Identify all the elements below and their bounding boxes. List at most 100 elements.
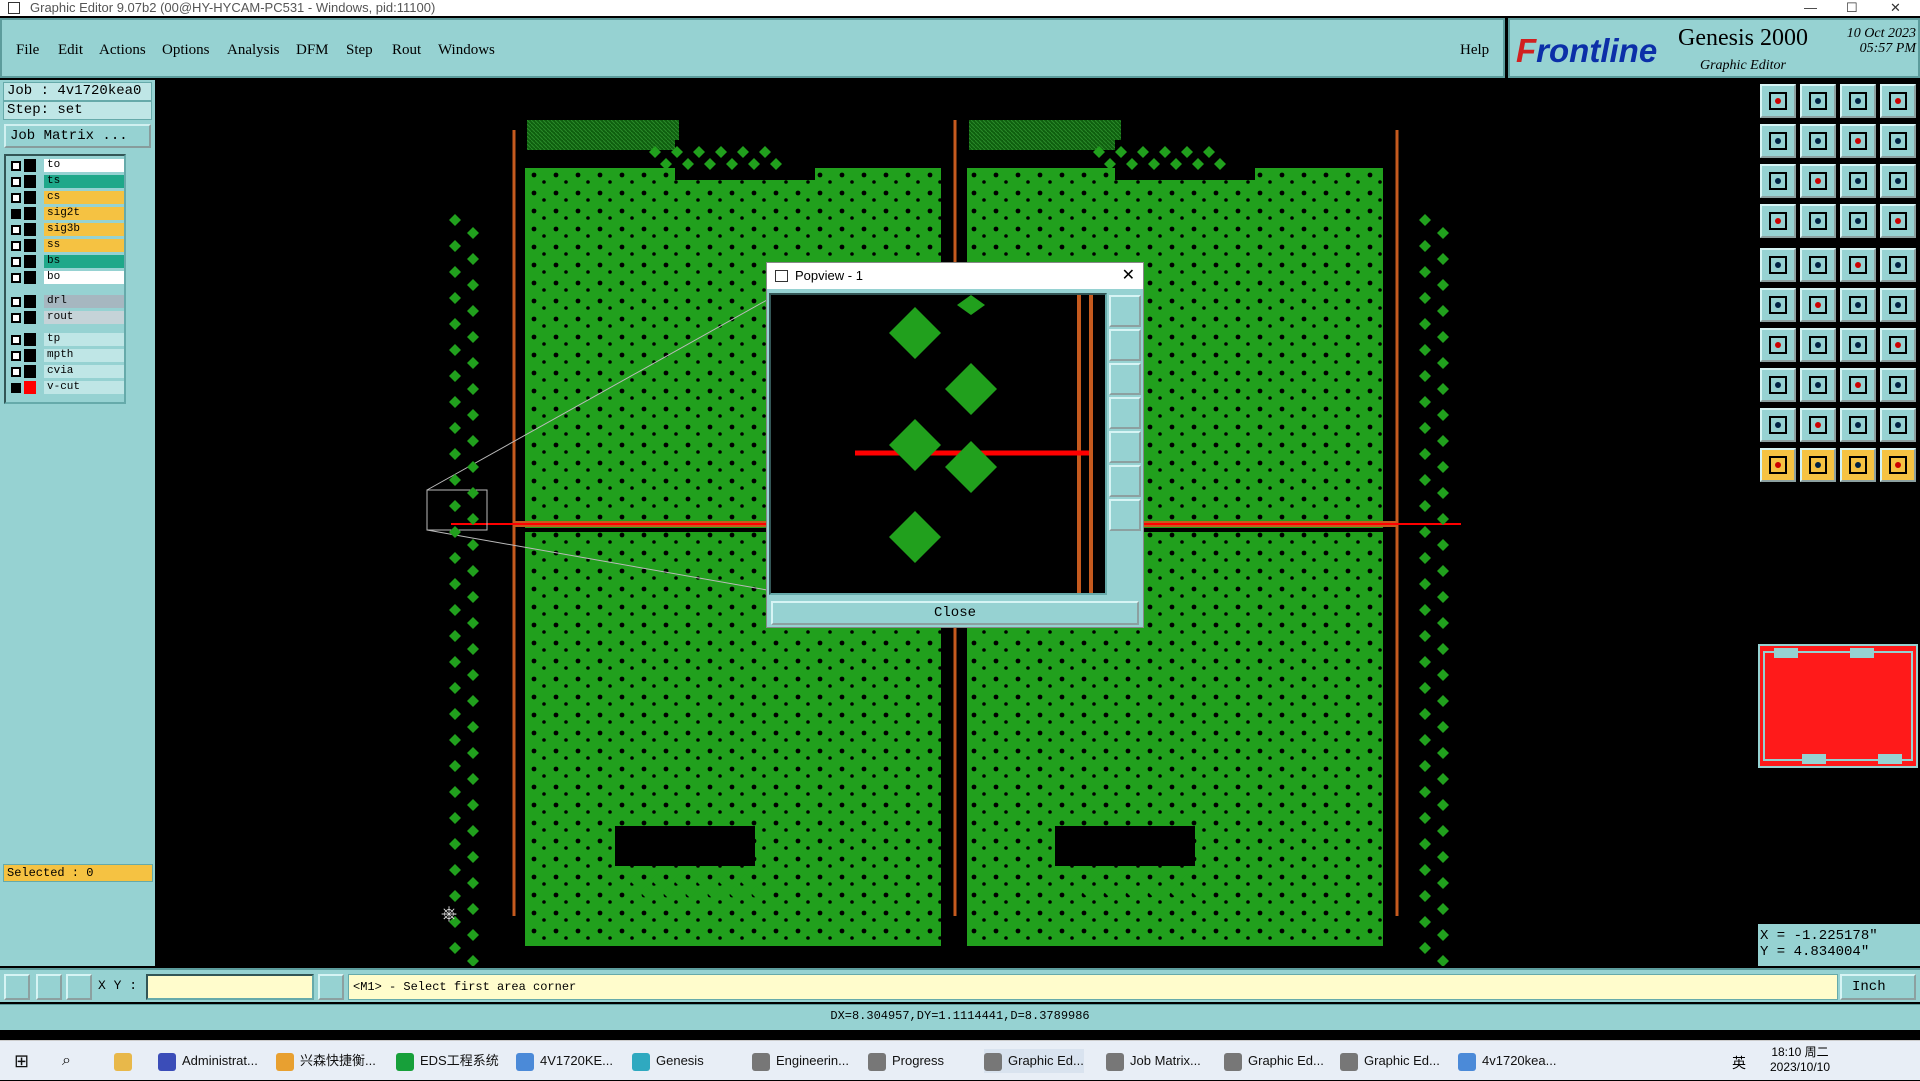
net-tool-button[interactable] xyxy=(1760,288,1796,322)
layer-name[interactable]: mpth xyxy=(44,349,124,362)
menu-actions[interactable]: Actions xyxy=(99,42,146,59)
zoom-center-tool-button[interactable] xyxy=(1800,164,1836,198)
zoom-window-tool-button[interactable] xyxy=(1840,84,1876,118)
layer-color-swatch[interactable] xyxy=(24,271,36,284)
taskbar-item[interactable]: 4v1720kea... xyxy=(1458,1049,1556,1073)
layer-color-swatch[interactable] xyxy=(24,349,36,362)
circle-tool-button[interactable] xyxy=(1880,248,1916,282)
search-icon[interactable]: ⌕ xyxy=(62,1049,71,1073)
taskbar-item[interactable]: Administrat... xyxy=(158,1049,258,1073)
menu-analysis[interactable]: Analysis xyxy=(227,42,280,59)
home-tool-button[interactable] xyxy=(1760,84,1796,118)
layer-name[interactable]: ss xyxy=(44,239,124,252)
slope-tool-button[interactable] xyxy=(1760,328,1796,362)
taskbar-item[interactable]: EDS工程系统 xyxy=(396,1049,499,1073)
grid-tool-button[interactable] xyxy=(1800,204,1836,238)
menu-help[interactable]: Help xyxy=(1460,42,1489,59)
start-button[interactable]: ⊞ xyxy=(14,1049,29,1073)
fit-tool-button[interactable] xyxy=(1880,84,1916,118)
layer-name[interactable]: ts xyxy=(44,175,124,188)
layer-row-v-cut[interactable]: v-cut xyxy=(8,380,125,395)
layer-color-swatch[interactable] xyxy=(24,255,36,268)
grid-button[interactable] xyxy=(66,974,92,1000)
snap-mode-button[interactable] xyxy=(4,974,30,1000)
menu-windows[interactable]: Windows xyxy=(438,42,495,59)
job-matrix-button[interactable]: Job Matrix ... xyxy=(4,124,151,148)
popview-zoom-in-button[interactable] xyxy=(1109,295,1141,327)
popview-pan-left-button[interactable] xyxy=(1109,397,1141,429)
edit-line-tool-button[interactable] xyxy=(1800,328,1836,362)
file-explorer-icon[interactable] xyxy=(114,1049,138,1073)
minimize-button[interactable]: — xyxy=(1804,0,1817,16)
layer-row-cvia[interactable]: cvia xyxy=(8,364,125,379)
layer-color-swatch[interactable] xyxy=(24,311,36,324)
taskbar-clock[interactable]: 18:10 周二 2023/10/10 xyxy=(1760,1045,1840,1075)
layer-color-swatch[interactable] xyxy=(24,333,36,346)
text-c-tool-button[interactable] xyxy=(1880,408,1916,442)
connect-tool-button[interactable] xyxy=(1840,288,1876,322)
layer-row-bo[interactable]: bo xyxy=(8,270,125,285)
layer-name[interactable]: cs xyxy=(44,191,124,204)
taskbar-item[interactable]: Genesis xyxy=(632,1049,704,1073)
drill-tool-button[interactable] xyxy=(1760,204,1796,238)
layer-row-ts[interactable]: ts xyxy=(8,174,125,189)
maximize-button[interactable]: ☐ xyxy=(1846,0,1858,16)
layer-row-cs[interactable]: cs xyxy=(8,190,125,205)
arc-tool-button[interactable] xyxy=(1840,328,1876,362)
layer-row-to[interactable]: to xyxy=(8,158,125,173)
layer-row-tp[interactable]: tp xyxy=(8,332,125,347)
select-arrow-tool-button[interactable] xyxy=(1760,448,1796,482)
layer-color-swatch[interactable] xyxy=(24,191,36,204)
layer-color-swatch[interactable] xyxy=(24,159,36,172)
layer-name[interactable]: sig2t xyxy=(44,207,124,220)
popview-center-button[interactable] xyxy=(1109,499,1141,531)
layer-checkbox[interactable] xyxy=(11,351,21,361)
zoom-ratio-tool-button[interactable] xyxy=(1840,164,1876,198)
popview-canvas[interactable] xyxy=(769,293,1107,595)
layer-color-swatch[interactable] xyxy=(24,295,36,308)
text-b-tool-button[interactable] xyxy=(1840,408,1876,442)
popview-fit-button[interactable] xyxy=(1109,465,1141,497)
layer-checkbox[interactable] xyxy=(11,335,21,345)
popview-close-button[interactable]: Close xyxy=(771,601,1139,625)
select-multi-tool-button[interactable] xyxy=(1880,448,1916,482)
layers-compare-tool-button[interactable] xyxy=(1840,204,1876,238)
layer-name[interactable]: bs xyxy=(44,255,124,268)
cross-tool-button[interactable] xyxy=(1800,288,1836,322)
zoom-area-tool-button[interactable] xyxy=(1840,124,1876,158)
layer-name[interactable]: cvia xyxy=(44,365,124,378)
layer-checkbox[interactable] xyxy=(11,273,21,283)
menu-options[interactable]: Options xyxy=(162,42,210,59)
layer-checkbox[interactable] xyxy=(11,209,21,219)
taskbar-item[interactable]: 4V1720KE... xyxy=(516,1049,613,1073)
layer-name[interactable]: rout xyxy=(44,311,124,324)
xy-input[interactable] xyxy=(146,974,314,1000)
popview-close-icon[interactable]: ✕ xyxy=(1122,263,1135,289)
taskbar-item[interactable]: Graphic Ed... xyxy=(1224,1049,1324,1073)
measure-button[interactable] xyxy=(36,974,62,1000)
popview-pan-up-button[interactable] xyxy=(1109,329,1141,361)
layer-row-sig3b[interactable]: sig3b xyxy=(8,222,125,237)
layer-row-drl[interactable]: drl xyxy=(8,294,125,309)
link-tool-button[interactable] xyxy=(1880,288,1916,322)
menu-dfm[interactable]: DFM xyxy=(296,42,329,59)
copy-tool-button[interactable] xyxy=(1880,368,1916,402)
delete-line-tool-button[interactable] xyxy=(1800,368,1836,402)
layer-checkbox[interactable] xyxy=(11,383,21,393)
help-tool-button[interactable] xyxy=(1880,164,1916,198)
popview-pan-right-button[interactable] xyxy=(1109,431,1141,463)
line-tool-button[interactable] xyxy=(1800,248,1836,282)
info-button[interactable] xyxy=(318,974,344,1000)
select-box-tool-button[interactable] xyxy=(1800,448,1836,482)
layer-checkbox[interactable] xyxy=(11,225,21,235)
layer-color-swatch[interactable] xyxy=(24,175,36,188)
layer-checkbox[interactable] xyxy=(11,177,21,187)
layer-color-swatch[interactable] xyxy=(24,381,36,394)
layer-name[interactable]: v-cut xyxy=(44,381,124,394)
layer-row-rout[interactable]: rout xyxy=(8,310,125,325)
fit-profile-tool-button[interactable] xyxy=(1760,164,1796,198)
split-tool-button[interactable] xyxy=(1880,328,1916,362)
taskbar-item[interactable]: Graphic Ed... xyxy=(1340,1049,1440,1073)
triangle-tool-button[interactable] xyxy=(1760,408,1796,442)
layer-checkbox[interactable] xyxy=(11,193,21,203)
